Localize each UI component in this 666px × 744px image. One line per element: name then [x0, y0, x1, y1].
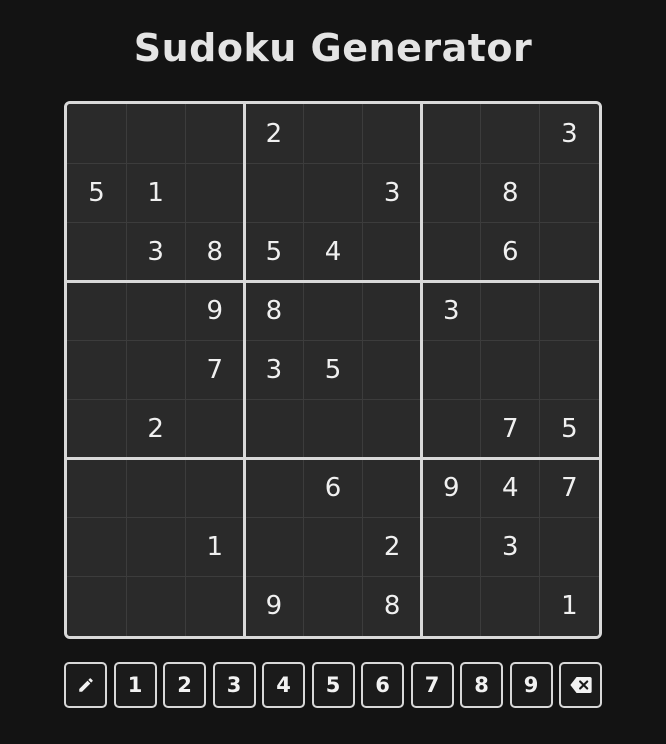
sudoku-cell[interactable]: 7: [480, 399, 540, 459]
sudoku-cell[interactable]: [303, 281, 363, 341]
sudoku-cell[interactable]: [244, 517, 304, 577]
sudoku-cell[interactable]: [126, 340, 186, 400]
sudoku-cell[interactable]: [480, 576, 540, 636]
sudoku-cell[interactable]: [126, 576, 186, 636]
sudoku-cell[interactable]: [126, 458, 186, 518]
sudoku-cell[interactable]: [303, 163, 363, 223]
sudoku-board: 235138385469837352756947123981: [64, 101, 602, 639]
pencil-icon: [77, 676, 95, 694]
sudoku-cell[interactable]: [303, 399, 363, 459]
sudoku-cell[interactable]: [539, 163, 599, 223]
sudoku-cell[interactable]: [67, 281, 127, 341]
sudoku-cell[interactable]: [539, 517, 599, 577]
sudoku-cell[interactable]: [67, 517, 127, 577]
digit-button-1[interactable]: 1: [113, 662, 157, 708]
sudoku-cell[interactable]: 8: [185, 222, 245, 282]
sudoku-cell[interactable]: 5: [539, 399, 599, 459]
digit-button-2[interactable]: 2: [163, 662, 206, 708]
sudoku-cell[interactable]: 9: [185, 281, 245, 341]
sudoku-cell[interactable]: [539, 340, 599, 400]
sudoku-cell[interactable]: 2: [244, 104, 304, 164]
sudoku-cell[interactable]: [362, 104, 422, 164]
pencil-mode-button[interactable]: [64, 662, 107, 708]
sudoku-cell[interactable]: [185, 399, 245, 459]
erase-button[interactable]: [559, 662, 602, 708]
digit-button-8[interactable]: 8: [460, 662, 503, 708]
sudoku-cell[interactable]: [303, 104, 363, 164]
number-keypad: 123456789: [64, 662, 604, 708]
digit-button-6[interactable]: 6: [361, 662, 404, 708]
sudoku-cell[interactable]: 8: [480, 163, 540, 223]
sudoku-cell[interactable]: [362, 340, 422, 400]
sudoku-cell[interactable]: 7: [185, 340, 245, 400]
sudoku-cell[interactable]: 2: [362, 517, 422, 577]
sudoku-cell[interactable]: 9: [421, 458, 481, 518]
sudoku-cell[interactable]: [421, 576, 481, 636]
sudoku-cell[interactable]: [67, 340, 127, 400]
sudoku-cell[interactable]: [185, 104, 245, 164]
digit-button-9[interactable]: 9: [509, 662, 553, 708]
sudoku-cell[interactable]: 2: [126, 399, 186, 459]
sudoku-cell[interactable]: [126, 517, 186, 577]
sudoku-cell[interactable]: [303, 517, 363, 577]
sudoku-cell[interactable]: 3: [244, 340, 304, 400]
sudoku-cell[interactable]: [421, 222, 481, 282]
sudoku-cell[interactable]: 3: [539, 104, 599, 164]
sudoku-cell[interactable]: 1: [126, 163, 186, 223]
sudoku-cell[interactable]: [67, 399, 127, 459]
sudoku-cell[interactable]: [185, 576, 245, 636]
digit-button-7[interactable]: 7: [410, 662, 454, 708]
sudoku-cell[interactable]: [539, 222, 599, 282]
sudoku-cell[interactable]: [362, 399, 422, 459]
sudoku-cell[interactable]: [539, 281, 599, 341]
sudoku-cell[interactable]: 6: [303, 458, 363, 518]
sudoku-cell[interactable]: 3: [480, 517, 540, 577]
sudoku-cell[interactable]: 3: [362, 163, 422, 223]
sudoku-cell[interactable]: [185, 163, 245, 223]
digit-button-5[interactable]: 5: [311, 662, 355, 708]
sudoku-cell[interactable]: [185, 458, 245, 518]
digit-button-3[interactable]: 3: [212, 662, 256, 708]
sudoku-cell[interactable]: [244, 458, 304, 518]
sudoku-cell[interactable]: 4: [480, 458, 540, 518]
sudoku-cell[interactable]: [67, 458, 127, 518]
sudoku-cell[interactable]: [421, 517, 481, 577]
sudoku-cell[interactable]: [303, 576, 363, 636]
sudoku-cell[interactable]: 5: [244, 222, 304, 282]
sudoku-cell[interactable]: 7: [539, 458, 599, 518]
sudoku-cell[interactable]: [362, 281, 422, 341]
sudoku-cell[interactable]: 1: [539, 576, 599, 636]
sudoku-cell[interactable]: [480, 104, 540, 164]
page-title: Sudoku Generator: [133, 26, 533, 70]
sudoku-cell[interactable]: [244, 399, 304, 459]
sudoku-cell[interactable]: [421, 104, 481, 164]
sudoku-cell[interactable]: [244, 163, 304, 223]
sudoku-cell[interactable]: 3: [421, 281, 481, 341]
sudoku-cell[interactable]: [362, 458, 422, 518]
sudoku-cell[interactable]: [421, 163, 481, 223]
sudoku-cell[interactable]: [421, 399, 481, 459]
sudoku-cell[interactable]: [67, 576, 127, 636]
sudoku-cell[interactable]: [126, 281, 186, 341]
sudoku-cell[interactable]: 6: [480, 222, 540, 282]
sudoku-cell[interactable]: [421, 340, 481, 400]
sudoku-cell[interactable]: [480, 340, 540, 400]
sudoku-cell[interactable]: 5: [67, 163, 127, 223]
sudoku-cell[interactable]: 4: [303, 222, 363, 282]
sudoku-cell[interactable]: 9: [244, 576, 304, 636]
sudoku-cell[interactable]: [362, 222, 422, 282]
sudoku-cell[interactable]: 1: [185, 517, 245, 577]
sudoku-cell[interactable]: [480, 281, 540, 341]
sudoku-cell[interactable]: 5: [303, 340, 363, 400]
sudoku-cell[interactable]: [67, 222, 127, 282]
sudoku-cell[interactable]: 3: [126, 222, 186, 282]
sudoku-cell[interactable]: [67, 104, 127, 164]
digit-button-4[interactable]: 4: [262, 662, 305, 708]
sudoku-cell[interactable]: [126, 104, 186, 164]
sudoku-cell[interactable]: 8: [244, 281, 304, 341]
backspace-icon: [569, 677, 592, 693]
sudoku-cell[interactable]: 8: [362, 576, 422, 636]
